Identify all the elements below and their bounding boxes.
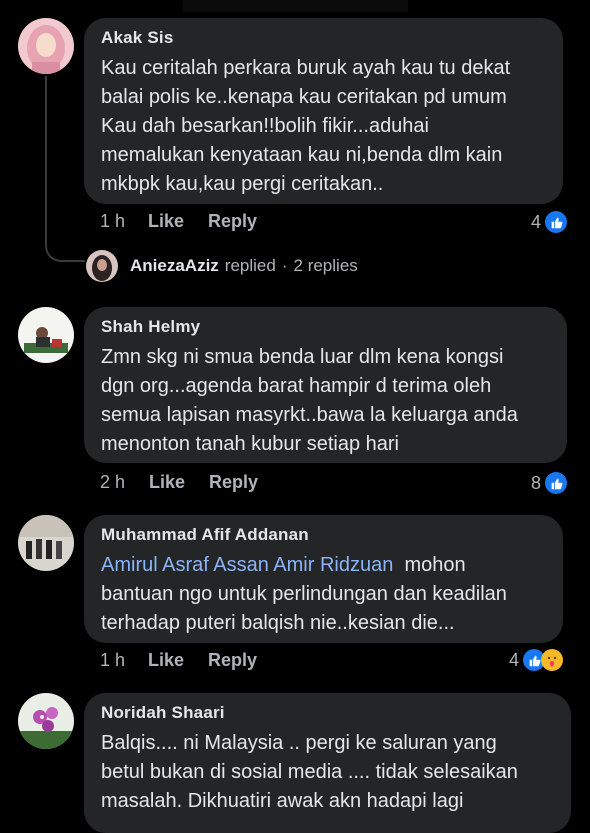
comment-time[interactable]: 2 h bbox=[100, 472, 125, 493]
like-reaction-icon bbox=[545, 472, 568, 494]
reply-button[interactable]: Reply bbox=[208, 650, 257, 671]
reply-count[interactable]: 2 replies bbox=[294, 256, 358, 276]
reply-author[interactable]: AniezaAziz bbox=[130, 256, 219, 276]
comment-text: Kau ceritalah perkara buruk ayah kau tu … bbox=[101, 57, 511, 195]
avatar[interactable] bbox=[18, 18, 74, 74]
comment-bubble: Muhammad Afif Addanan Amirul Asraf Assan… bbox=[84, 515, 563, 643]
comment-author[interactable]: Shah Helmy bbox=[101, 317, 550, 337]
comment-author[interactable]: Muhammad Afif Addanan bbox=[101, 525, 546, 545]
comment-text: Amirul Asraf Assan Amir Ridzuan mohon ba… bbox=[101, 554, 507, 634]
comment-bubble: Noridah Shaari Balqis.... ni Malaysia ..… bbox=[84, 693, 571, 833]
reaction-count: 4 bbox=[509, 649, 520, 670]
avatar[interactable] bbox=[18, 693, 74, 749]
reaction-count: 4 bbox=[531, 211, 542, 232]
reaction-summary[interactable]: 4 bbox=[531, 211, 568, 233]
reply-button[interactable]: Reply bbox=[208, 211, 257, 232]
reply-button[interactable]: Reply bbox=[209, 472, 258, 493]
comment-text: Balqis.... ni Malaysia .. pergi ke salur… bbox=[101, 732, 518, 812]
reply-action: replied bbox=[224, 256, 276, 275]
avatar[interactable] bbox=[18, 307, 74, 363]
avatar bbox=[86, 250, 118, 282]
reaction-summary[interactable]: 4 bbox=[509, 649, 564, 671]
care-reaction-icon bbox=[541, 649, 564, 671]
like-button[interactable]: Like bbox=[149, 472, 185, 493]
reaction-count: 8 bbox=[531, 472, 542, 493]
reaction-summary[interactable]: 8 bbox=[531, 472, 568, 494]
comment-author[interactable]: Noridah Shaari bbox=[101, 703, 554, 723]
like-reaction-icon bbox=[545, 211, 568, 233]
mention-link[interactable]: Amirul Asraf Assan Amir Ridzuan bbox=[101, 554, 393, 576]
comment-bubble: Shah Helmy Zmn skg ni smua benda luar dl… bbox=[84, 307, 567, 463]
view-replies-link[interactable]: AniezaAziz replied · 2 replies bbox=[86, 250, 358, 282]
comment-author[interactable]: Akak Sis bbox=[101, 28, 546, 48]
comment-text: Zmn skg ni smua benda luar dlm kena kong… bbox=[101, 346, 518, 455]
status-bar-notch bbox=[183, 0, 408, 12]
like-button[interactable]: Like bbox=[148, 211, 184, 232]
comment-bubble: Akak Sis Kau ceritalah perkara buruk aya… bbox=[84, 18, 563, 204]
comment-time[interactable]: 1 h bbox=[100, 650, 125, 671]
reply-separator: · bbox=[281, 256, 288, 275]
like-button[interactable]: Like bbox=[148, 650, 184, 671]
thread-connector bbox=[45, 76, 85, 262]
comment-time[interactable]: 1 h bbox=[100, 211, 125, 232]
avatar[interactable] bbox=[18, 515, 74, 571]
